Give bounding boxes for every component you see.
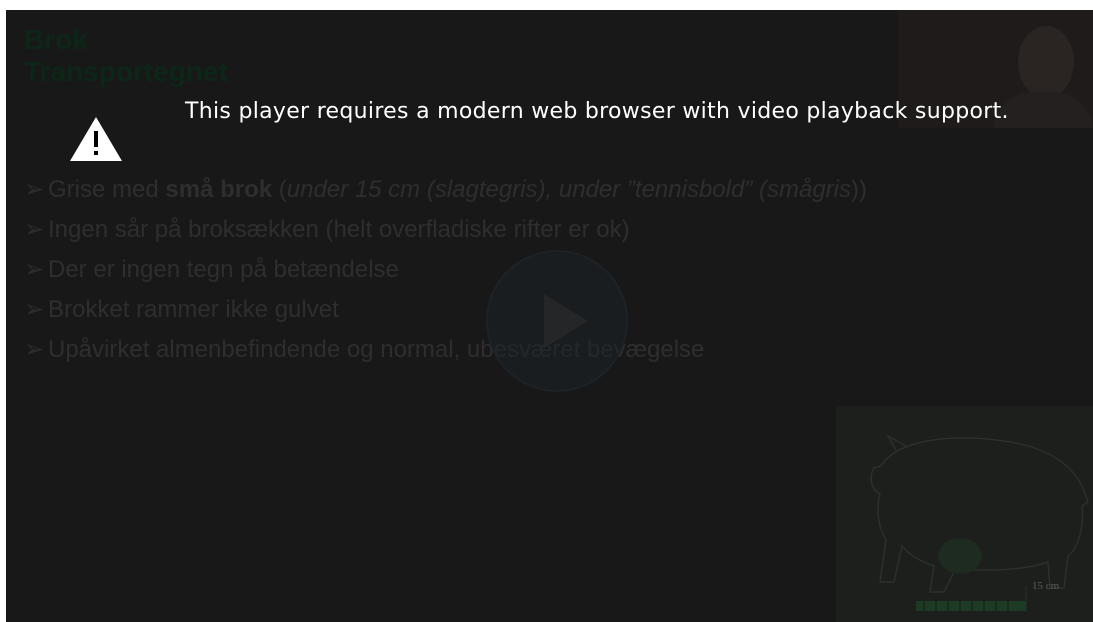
bullet-arrow-icon: ➢ — [24, 176, 45, 203]
play-button[interactable] — [486, 250, 628, 392]
bullet-arrow-icon: ➢ — [24, 336, 45, 363]
slide-bullet-list: ➢ Grise med små brok (under 15 cm (slagte… — [24, 170, 867, 370]
slide-title: Brok Transportegnet — [24, 24, 228, 88]
bullet-text: )) — [851, 176, 867, 203]
presenter-body — [993, 92, 1093, 128]
presenter-head — [1018, 26, 1074, 98]
bullet-text: Ingen sår på broksækken (helt overfladis… — [48, 216, 630, 243]
slide-bullet: ➢ Brokket rammer ikke gulvet — [24, 290, 867, 330]
presenter-webcam — [898, 10, 1093, 128]
bullet-text: Grise med — [48, 176, 166, 203]
slide-bullet: ➢ Ingen sår på broksækken (helt overfladi… — [24, 210, 867, 250]
slide-bullet: ➢ Grise med små brok (under 15 cm (slagte… — [24, 170, 867, 210]
pig-illustration: 15 cm — [836, 406, 1093, 622]
bullet-text: Der er ingen tegn på betændelse — [48, 256, 399, 283]
bullet-text-bold: små brok — [165, 176, 273, 203]
scale-label: 15 cm — [1032, 580, 1060, 592]
warning-icon — [70, 117, 122, 161]
play-icon — [544, 294, 588, 348]
bullet-text: Brokket rammer ikke gulvet — [48, 296, 339, 323]
bullet-text: ( — [272, 176, 287, 203]
bullet-arrow-icon: ➢ — [24, 216, 45, 243]
bullet-text-italic: under 15 cm (slagtegris), under ”tennisb… — [286, 176, 851, 203]
bullet-arrow-icon: ➢ — [24, 296, 45, 323]
slide-title-line-1: Brok — [24, 24, 88, 55]
bullet-arrow-icon: ➢ — [24, 256, 45, 283]
slide-title-line-2: Transportegnet — [24, 56, 228, 87]
slide-bullet: ➢ Upåvirket almenbefindende og normal, ub… — [24, 330, 867, 370]
video-player[interactable]: Brok Transportegnet ➢ Grise med små brok … — [6, 10, 1093, 622]
slide-bullet: ➢ Der er ingen tegn på betændelse — [24, 250, 867, 290]
